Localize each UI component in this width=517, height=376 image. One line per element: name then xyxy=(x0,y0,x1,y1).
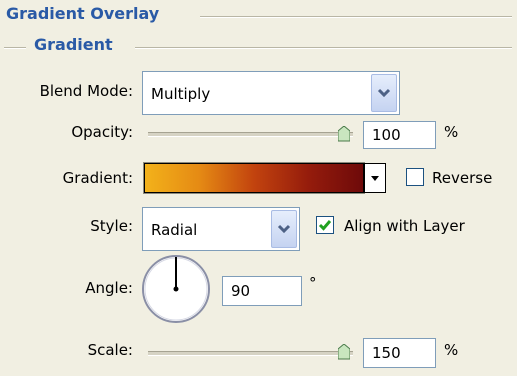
opacity-value: 100 xyxy=(372,126,401,144)
section-title: Gradient Overlay xyxy=(6,4,166,23)
opacity-slider-thumb[interactable] xyxy=(337,125,351,142)
opacity-slider-track[interactable] xyxy=(148,132,353,137)
group-title: Gradient xyxy=(34,35,113,54)
scale-value: 150 xyxy=(372,344,401,362)
group-divider-right xyxy=(135,47,512,49)
opacity-input[interactable]: 100 xyxy=(363,121,436,149)
blend-mode-label: Blend Mode: xyxy=(39,82,133,100)
angle-value: 90 xyxy=(231,282,251,300)
style-select[interactable]: Radial xyxy=(142,207,300,251)
scale-slider-thumb[interactable] xyxy=(337,343,351,360)
reverse-label: Reverse xyxy=(432,169,493,187)
blend-mode-select[interactable]: Multiply xyxy=(142,71,400,115)
align-with-layer-checkbox[interactable] xyxy=(316,216,334,234)
opacity-unit: % xyxy=(444,123,459,141)
scale-unit: % xyxy=(444,341,459,359)
scale-input[interactable]: 150 xyxy=(363,338,436,368)
blend-mode-value: Multiply xyxy=(151,84,211,103)
gradient-dropdown-button[interactable] xyxy=(364,163,386,193)
caret-down-icon xyxy=(371,175,379,181)
angle-input[interactable]: 90 xyxy=(222,276,302,306)
gradient-label: Gradient: xyxy=(62,169,133,187)
style-value: Radial xyxy=(151,220,198,239)
chevron-down-icon[interactable] xyxy=(271,210,297,248)
chevron-down-icon[interactable] xyxy=(371,74,397,112)
reverse-checkbox[interactable] xyxy=(406,168,424,186)
align-with-layer-label: Align with Layer xyxy=(344,217,465,235)
angle-label: Angle: xyxy=(85,279,133,297)
style-label: Style: xyxy=(90,217,133,235)
angle-dial[interactable] xyxy=(140,253,212,329)
gradient-preview[interactable] xyxy=(143,162,365,194)
opacity-label: Opacity: xyxy=(71,123,133,141)
checkmark-icon xyxy=(318,220,332,231)
group-divider-left xyxy=(4,47,26,49)
scale-slider-track[interactable] xyxy=(148,351,353,356)
section-divider xyxy=(200,16,512,18)
scale-label: Scale: xyxy=(87,341,133,359)
angle-unit: ° xyxy=(309,274,317,292)
